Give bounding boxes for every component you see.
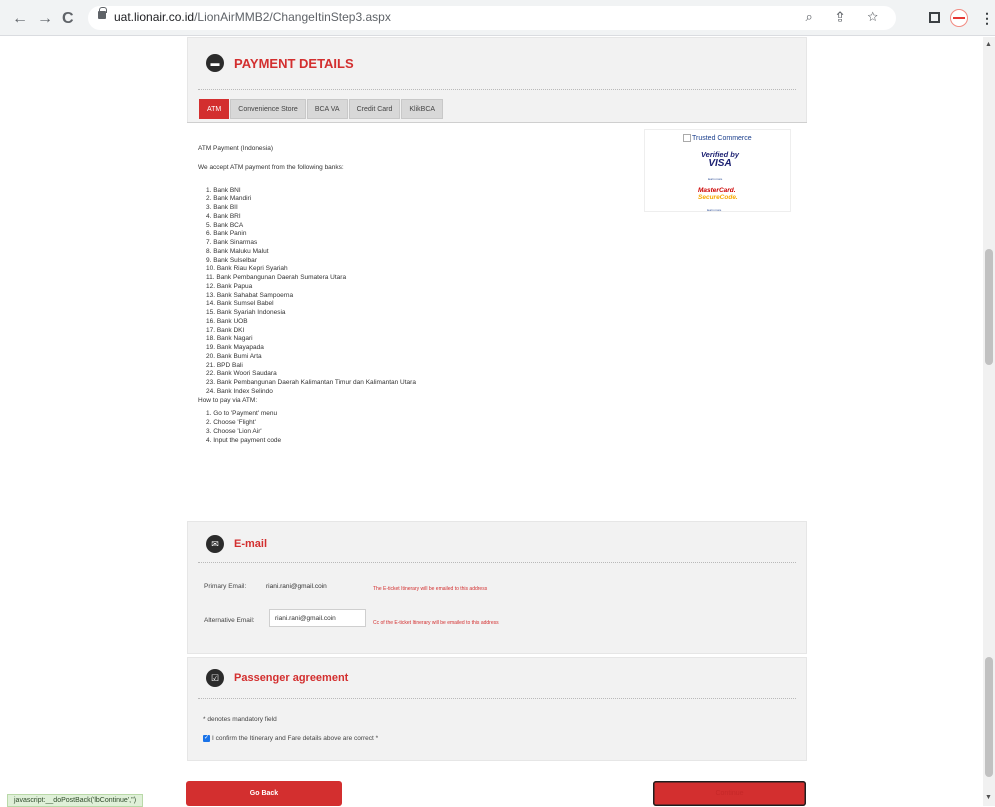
tab-klikbca[interactable]: KlikBCA: [401, 99, 444, 119]
tab-bca-va[interactable]: BCA VA: [306, 99, 348, 119]
alternative-email-note: Cc of the E-ticket Itinerary will be ema…: [373, 620, 499, 626]
list-item: 18. Bank Nagari: [206, 335, 253, 343]
list-item: 3. Bank BII: [206, 204, 238, 211]
passenger-agreement-panel: ☑ Passenger agreement * denotes mandator…: [187, 657, 807, 761]
list-item: 20. Bank Bumi Arta: [206, 352, 262, 360]
list-item: 16. Bank UOB: [206, 317, 248, 325]
list-item: 19. Bank Mayapada: [206, 344, 264, 351]
browser-toolbar: ← → C uat.lionair.co.id/LionAirMMB2/Chan…: [0, 0, 995, 36]
divider: [198, 698, 796, 699]
mastercard-learn-more-link[interactable]: learn more: [707, 208, 721, 212]
atm-heading: ATM Payment (Indonesia): [198, 145, 274, 152]
address-bar[interactable]: uat.lionair.co.id/LionAirMMB2/ChangeItin…: [88, 6, 896, 30]
payment-details-title: PAYMENT DETAILS: [234, 55, 354, 71]
list-item: 4. Bank BRI: [206, 212, 241, 220]
card-icon: ▬: [206, 54, 224, 72]
verified-by-visa-logo[interactable]: Verified by VISA: [697, 150, 743, 169]
window-icon[interactable]: [929, 12, 940, 23]
list-item: 3. Choose 'Lion Air': [206, 427, 262, 435]
atm-tab-content: ATM Payment (Indonesia) We accept ATM pa…: [187, 122, 807, 517]
back-arrow-icon[interactable]: ←: [12, 10, 28, 28]
list-item: 8. Bank Maluku Malut: [206, 247, 269, 255]
list-item: 14. Bank Sumsel Babel: [206, 300, 274, 308]
trusted-commerce-logos: Trusted Commerce Verified by VISA learn …: [644, 129, 791, 212]
list-item: 24. Bank Index Selindo: [206, 387, 273, 395]
email-panel: ✉ E-mail Primary Email: riani.rani@gmail…: [187, 521, 807, 654]
divider: [198, 89, 796, 90]
continue-button[interactable]: Continue: [653, 781, 806, 806]
payment-details-panel: ▬ PAYMENT DETAILS ATM Convenience Store …: [187, 37, 807, 123]
list-item: 4. Input the payment code: [206, 436, 282, 444]
primary-email-value: riani.rani@gmail.coin: [266, 583, 327, 590]
how-to-pay-heading: How to pay via ATM:: [198, 396, 258, 404]
clipboard-check-icon: ☑: [206, 669, 224, 687]
omnibox-action-icons[interactable]: ⌕ ⇪ ☆: [806, 9, 888, 25]
agreement-header: ☑ Passenger agreement: [206, 668, 348, 688]
list-item: 22. Bank Woori Saudara: [206, 370, 277, 378]
list-item: 11. Bank Pembangunan Daerah Sumatera Uta…: [206, 274, 347, 281]
list-item: 6. Bank Panin: [206, 230, 247, 238]
visa-learn-more-link[interactable]: learn more: [708, 177, 722, 181]
profile-icon[interactable]: [950, 9, 968, 27]
tab-atm[interactable]: ATM: [199, 99, 230, 119]
go-back-button[interactable]: Go Back: [186, 781, 342, 806]
list-item: 1. Bank BNI: [206, 186, 241, 194]
email-header: ✉ E-mail: [206, 534, 267, 554]
lock-icon[interactable]: [98, 7, 107, 19]
vertical-scrollbar[interactable]: ▲ ▼: [983, 37, 995, 806]
list-item: 17. Bank DKI: [206, 326, 245, 334]
list-item: 23. Bank Pembangunan Daerah Kalimantan T…: [206, 379, 416, 386]
tab-credit-card[interactable]: Credit Card: [348, 99, 401, 119]
page-viewport: ▬ PAYMENT DETAILS ATM Convenience Store …: [0, 37, 983, 806]
list-item: 9. Bank Sulselbar: [206, 256, 257, 264]
list-item: 21. BPD Bali: [206, 361, 243, 369]
mastercard-securecode-logo[interactable]: MasterCard. SecureCode.: [698, 187, 738, 201]
mandatory-note: * denotes mandatory field: [203, 716, 277, 723]
list-item: 7. Bank Sinarmas: [206, 239, 258, 246]
menu-dots-icon[interactable]: ⋮: [980, 10, 994, 27]
confirm-checkbox[interactable]: ✓: [203, 735, 210, 742]
confirm-label[interactable]: I confirm the Itinerary and Fare details…: [212, 735, 378, 742]
divider: [198, 562, 796, 563]
payment-method-tabs: ATM Convenience Store BCA VA Credit Card…: [199, 99, 444, 119]
primary-email-note: The E-ticket Itinerary will be emailed t…: [373, 586, 488, 592]
primary-email-label: Primary Email:: [204, 583, 247, 590]
scrollbar-thumb-secondary[interactable]: [985, 657, 993, 777]
scrollbar-thumb[interactable]: [985, 249, 993, 365]
url-text[interactable]: uat.lionair.co.id/LionAirMMB2/ChangeItin…: [114, 10, 391, 24]
agreement-title: Passenger agreement: [234, 672, 349, 684]
payment-steps: 1. Go to 'Payment' menu 2. Choose 'Fligh…: [198, 410, 416, 445]
atm-instructions: ATM Payment (Indonesia) We accept ATM pa…: [198, 145, 416, 445]
payment-details-header: ▬ PAYMENT DETAILS: [206, 53, 354, 73]
reload-icon[interactable]: C: [62, 10, 74, 28]
list-item: 1. Go to 'Payment' menu: [206, 410, 278, 418]
forward-arrow-icon[interactable]: →: [37, 10, 53, 28]
scroll-up-arrow-icon[interactable]: ▲: [985, 41, 992, 48]
status-bar-url: javascript:__doPostBack('lbContinue',''): [7, 794, 144, 807]
list-item: 2. Choose 'Flight': [206, 419, 256, 426]
list-item: 5. Bank BCA: [206, 221, 244, 229]
list-item: 12. Bank Papua: [206, 282, 253, 290]
list-item: 13. Bank Sahabat Sampoerna: [206, 291, 294, 299]
alternative-email-label: Alternative Email:: [204, 617, 255, 624]
list-item: 10. Bank Riau Kepri Syariah: [206, 265, 288, 273]
scroll-down-arrow-icon[interactable]: ▼: [985, 794, 992, 801]
alternative-email-input[interactable]: [269, 609, 366, 627]
atm-intro: We accept ATM payment from the following…: [198, 163, 344, 171]
bank-list: 1. Bank BNI 2. Bank Mandiri 3. Bank BII …: [198, 187, 416, 397]
email-title: E-mail: [234, 538, 268, 550]
list-item: 2. Bank Mandiri: [206, 195, 252, 203]
tab-convenience-store[interactable]: Convenience Store: [230, 99, 306, 119]
envelope-icon: ✉: [206, 535, 224, 553]
list-item: 15. Bank Syariah Indonesia: [206, 309, 286, 316]
trusted-commerce-image: Trusted Commerce: [683, 134, 752, 142]
